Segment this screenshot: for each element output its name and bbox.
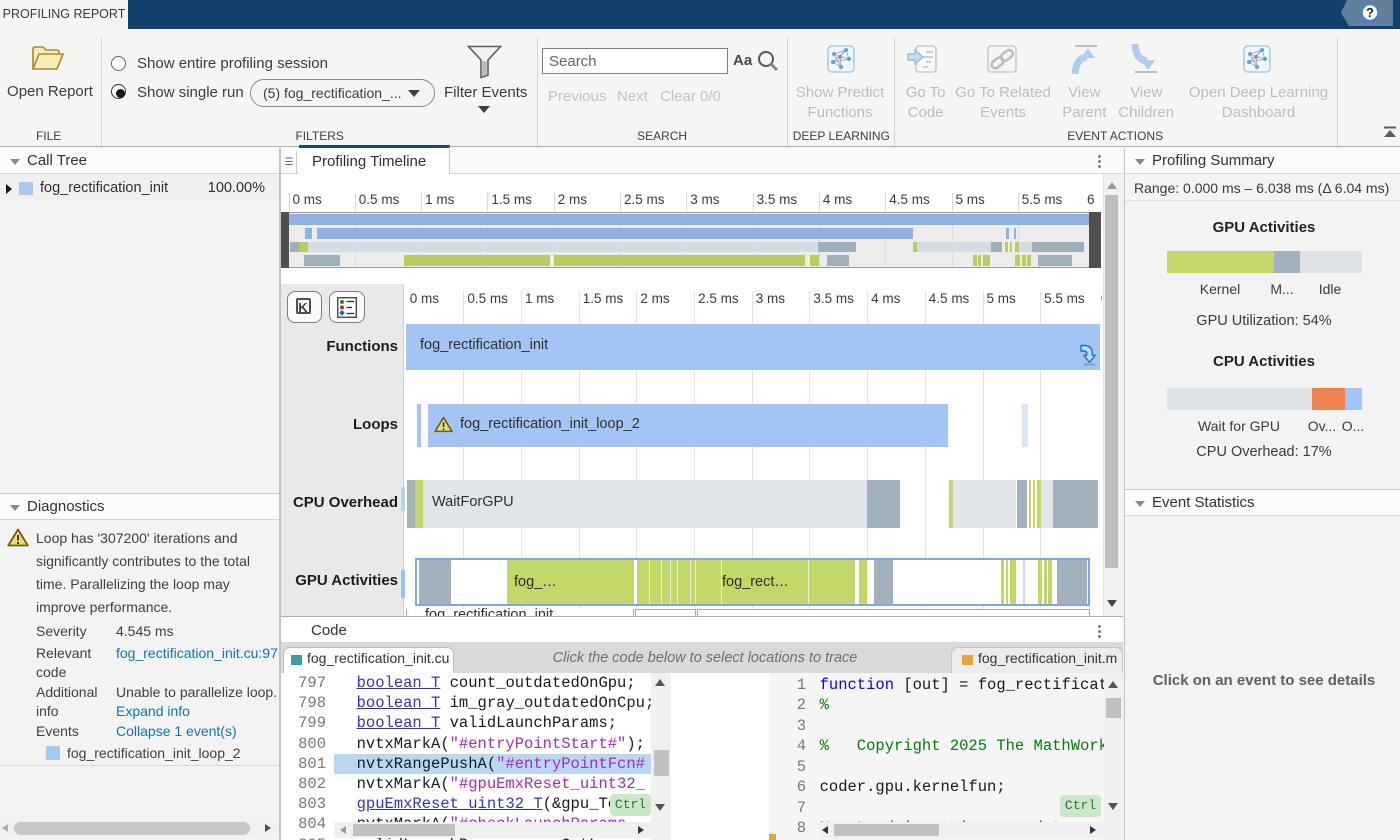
svg-text:?: ? <box>1366 5 1374 20</box>
